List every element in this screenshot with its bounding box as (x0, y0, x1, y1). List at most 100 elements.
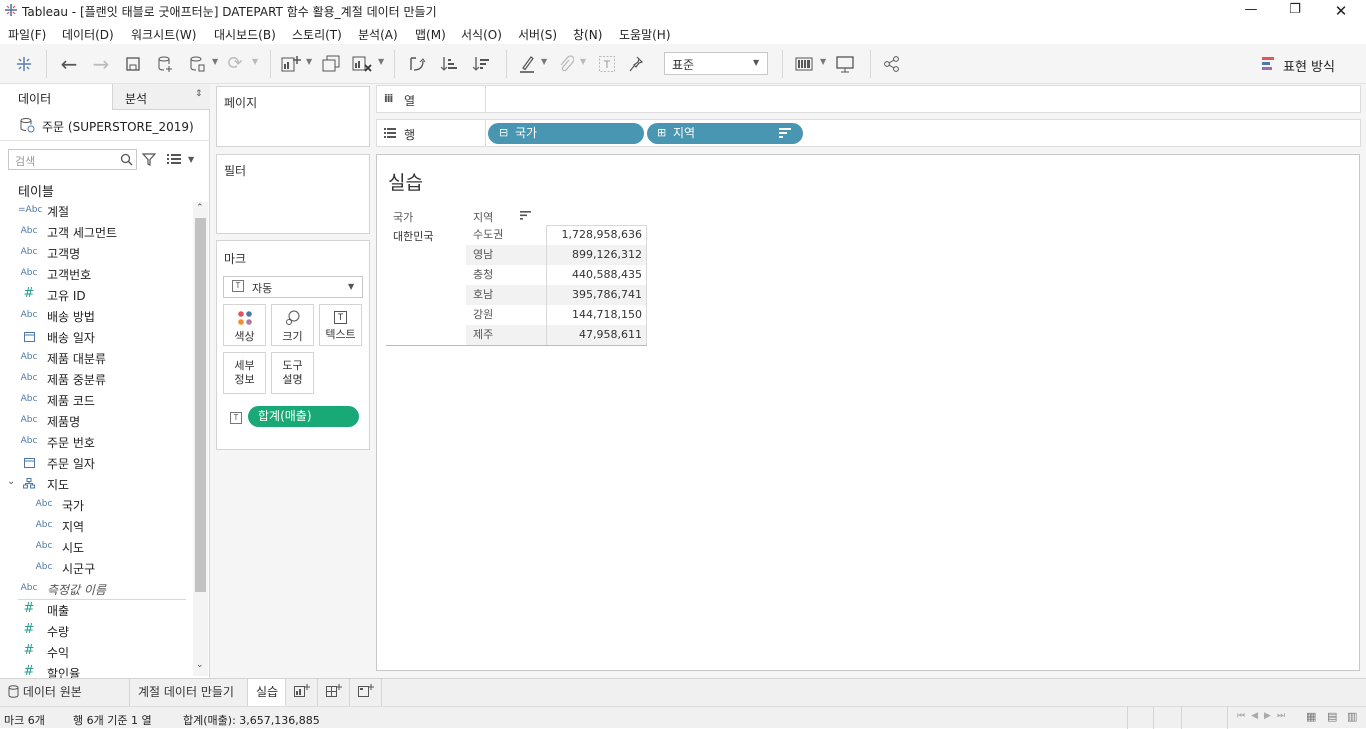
fit-select[interactable]: 표준 ▼ (664, 52, 768, 75)
field-item[interactable]: # 고유 ID (0, 285, 190, 306)
chevron-down-icon[interactable]: ▼ (188, 155, 194, 164)
field-item[interactable]: Abc 시군구 (0, 558, 190, 579)
menu-format[interactable]: 서식(O) (461, 26, 502, 43)
field-item[interactable]: # 매출 (0, 600, 190, 621)
presentation-cards-icon[interactable] (794, 53, 816, 75)
tableau-home-icon[interactable] (13, 53, 35, 75)
search-input[interactable]: 검색 (8, 149, 137, 170)
table-row[interactable]: 제주 47,958,611 (466, 325, 647, 345)
sum-sales-pill[interactable]: 합계(매출) (248, 406, 359, 427)
menu-story[interactable]: 스토리(T) (292, 26, 342, 43)
sort-icon[interactable] (520, 211, 531, 220)
sort-descending-icon[interactable] (470, 53, 492, 75)
menu-window[interactable]: 창(N) (573, 26, 602, 43)
field-item[interactable]: Abc 측정값 이름 (0, 579, 190, 600)
field-item[interactable]: ⌄ 지도 (0, 474, 190, 495)
new-worksheet-tab[interactable] (286, 679, 318, 706)
columns-shelf[interactable]: iii 열 (376, 85, 1361, 113)
rows-shelf[interactable]: 행 ⊟ 국가 ⊞ 지역 (376, 119, 1361, 147)
presentation-mode-icon[interactable] (834, 53, 856, 75)
table-row[interactable]: 강원 144,718,150 (466, 305, 647, 325)
field-item[interactable]: Abc 제품명 (0, 411, 190, 432)
sheet-nav-icon[interactable]: ⏮◀▶⏭ (1237, 711, 1291, 721)
chevron-down-icon[interactable]: ⌄ (7, 476, 15, 487)
swap-rows-columns-icon[interactable] (406, 53, 428, 75)
menu-map[interactable]: 맵(M) (415, 26, 446, 43)
menu-help[interactable]: 도움말(H) (619, 26, 671, 43)
color-button[interactable]: 색상 (223, 304, 266, 346)
filters-card[interactable]: 필터 (216, 154, 370, 234)
chevron-down-icon[interactable]: ▼ (820, 57, 826, 66)
chevron-down-icon[interactable]: ▼ (580, 57, 586, 66)
field-item[interactable]: # 수익 (0, 642, 190, 663)
field-item[interactable]: Abc 배송 방법 (0, 306, 190, 327)
field-item[interactable]: Abc 고객 세그먼트 (0, 222, 190, 243)
redo-icon[interactable]: → (90, 53, 112, 75)
field-item[interactable]: # 할인율 (0, 663, 190, 678)
attachment-icon[interactable] (555, 53, 577, 75)
field-item[interactable]: =Abc 계절 (0, 201, 190, 222)
field-item[interactable]: Abc 주문 번호 (0, 432, 190, 453)
datasource-item[interactable]: 주문 (SUPERSTORE_2019) (0, 112, 210, 138)
chevron-down-icon[interactable]: ▼ (306, 57, 312, 66)
field-item[interactable]: Abc 시도 (0, 537, 190, 558)
show-labels-icon[interactable]: T (596, 53, 618, 75)
new-story-tab[interactable] (350, 679, 382, 706)
field-item[interactable]: Abc 고객번호 (0, 264, 190, 285)
save-icon[interactable] (122, 53, 144, 75)
field-list-scrollbar[interactable]: ⌃ ⌄ (193, 202, 208, 676)
pin-icon[interactable] (626, 53, 648, 75)
filmstrip-icon[interactable]: ▤ (1327, 710, 1337, 723)
country-pill[interactable]: ⊟ 국가 (488, 123, 644, 144)
restore-button[interactable]: ❐ (1280, 2, 1310, 20)
field-item[interactable]: 배송 일자 (0, 327, 190, 348)
filter-icon[interactable] (142, 152, 156, 166)
new-datasource-icon[interactable] (154, 53, 176, 75)
close-button[interactable]: ✕ (1326, 2, 1356, 20)
minimize-button[interactable]: — (1236, 2, 1266, 20)
tab-datasource[interactable]: 데이터 원본 (0, 679, 130, 706)
view-canvas[interactable]: 실습 국가 지역 대한민국 수도권 1,728,958,636 영남 899,126,… (376, 154, 1360, 671)
clear-sheet-icon[interactable] (351, 53, 373, 75)
table-row[interactable]: 수도권 1,728,958,636 (466, 225, 647, 245)
size-button[interactable]: 크기 (271, 304, 314, 346)
table-row[interactable]: 영남 899,126,312 (466, 245, 647, 265)
field-item[interactable]: Abc 제품 대분류 (0, 348, 190, 369)
share-icon[interactable] (881, 53, 903, 75)
region-pill[interactable]: ⊞ 지역 (647, 123, 803, 144)
field-item[interactable]: 주문 일자 (0, 453, 190, 474)
field-item[interactable]: Abc 제품 코드 (0, 390, 190, 411)
field-item[interactable]: Abc 제품 중분류 (0, 369, 190, 390)
scroll-down-icon[interactable]: ⌄ (196, 660, 204, 670)
tab-analysis[interactable]: 분석 ⇕ (112, 84, 210, 110)
detail-button[interactable]: 세부 정보 (223, 352, 266, 394)
menu-file[interactable]: 파일(F) (8, 26, 46, 43)
scrollbar-thumb[interactable] (195, 218, 206, 592)
chevron-down-icon[interactable]: ▼ (541, 57, 547, 66)
mark-type-select[interactable]: T 자동 ▼ (223, 276, 363, 298)
tabs-view-icon[interactable]: ▥ (1347, 710, 1357, 723)
table-row[interactable]: 호남 395,786,741 (466, 285, 647, 305)
sheet-sorter-icon[interactable]: ▦ (1306, 710, 1316, 723)
header-country[interactable]: 국가 (393, 209, 413, 225)
label-button[interactable]: T 텍스트 (319, 304, 362, 346)
pages-card[interactable]: 페이지 (216, 86, 370, 147)
menu-data[interactable]: 데이터(D) (62, 26, 114, 43)
undo-icon[interactable]: ← (58, 53, 80, 75)
menu-analysis[interactable]: 분석(A) (358, 26, 398, 43)
highlight-icon[interactable] (516, 53, 538, 75)
tab-data[interactable]: 데이터 (0, 84, 112, 110)
chevron-down-icon[interactable]: ▼ (212, 57, 218, 66)
new-dashboard-tab[interactable] (318, 679, 350, 706)
field-item[interactable]: Abc 고객명 (0, 243, 190, 264)
menu-server[interactable]: 서버(S) (518, 26, 557, 43)
tooltip-button[interactable]: 도구 설명 (271, 352, 314, 394)
scroll-up-icon[interactable]: ⌃ (196, 203, 204, 213)
header-region[interactable]: 지역 (473, 209, 493, 225)
chevron-down-icon[interactable]: ▼ (378, 57, 384, 66)
table-row[interactable]: 충청 440,588,435 (466, 265, 647, 285)
tab-sheet-season[interactable]: 계절 데이터 만들기 (130, 679, 248, 706)
field-item[interactable]: # 수량 (0, 621, 190, 642)
country-cell[interactable]: 대한민국 (393, 228, 433, 244)
duplicate-sheet-icon[interactable] (320, 53, 342, 75)
